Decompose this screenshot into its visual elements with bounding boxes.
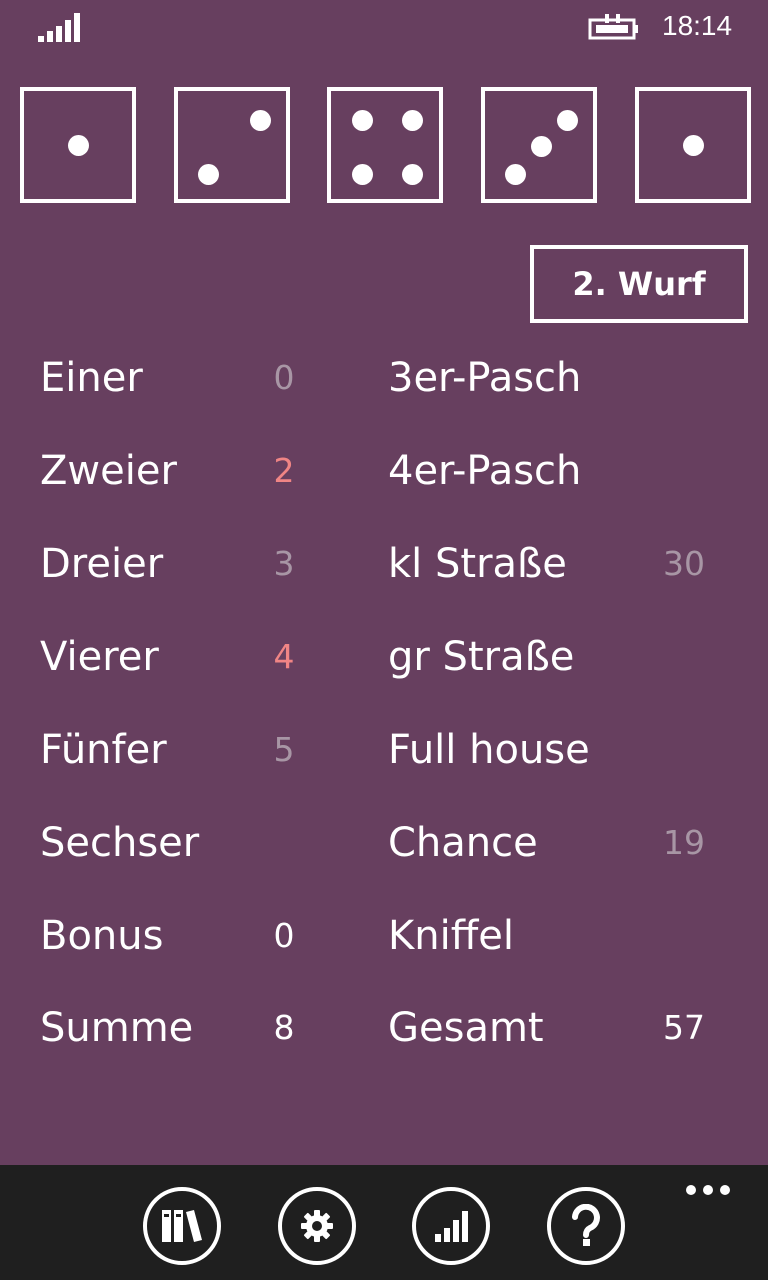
category-label: Kniffel bbox=[388, 913, 514, 959]
settings-gear-icon[interactable] bbox=[278, 1187, 356, 1265]
category-label: 4er-Pasch bbox=[388, 448, 582, 494]
pip bbox=[683, 135, 704, 156]
pip bbox=[402, 110, 423, 131]
pip bbox=[505, 164, 526, 185]
status-bar: 18:14 bbox=[0, 0, 768, 60]
help-question-icon-glyph bbox=[572, 1204, 600, 1246]
statistics-chart-icon[interactable] bbox=[412, 1187, 490, 1265]
more-ellipsis-icon[interactable] bbox=[686, 1185, 732, 1197]
battery-charging-icon bbox=[588, 14, 638, 40]
score-row-kleine-strasse[interactable]: kl Straße bbox=[388, 534, 567, 594]
score-value: 3 bbox=[273, 544, 295, 583]
pip bbox=[250, 110, 271, 131]
die-one-icon[interactable] bbox=[20, 87, 136, 203]
library-books-icon-glyph bbox=[162, 1210, 202, 1242]
score-value: 19 bbox=[663, 823, 705, 862]
signal-strength-icon bbox=[38, 13, 80, 42]
score-row-grosse-strasse[interactable]: gr Straße bbox=[388, 627, 574, 687]
score-row-dreier[interactable]: Dreier bbox=[40, 534, 163, 594]
score-value: 2 bbox=[273, 451, 295, 490]
score-row-sechser[interactable]: Sechser bbox=[40, 813, 199, 873]
score-row-summe: Summe bbox=[40, 998, 193, 1058]
pip bbox=[402, 164, 423, 185]
library-books-icon[interactable] bbox=[143, 1187, 221, 1265]
score-value: 0 bbox=[273, 916, 295, 955]
score-value: 0 bbox=[273, 358, 295, 397]
score-row-bonus: Bonus bbox=[40, 906, 163, 966]
score-row-full-house[interactable]: Full house bbox=[388, 720, 590, 780]
score-value: 8 bbox=[273, 1008, 295, 1047]
pip bbox=[352, 110, 373, 131]
category-label: Einer bbox=[40, 355, 143, 401]
score-value: 4 bbox=[273, 637, 295, 676]
score-value: 57 bbox=[663, 1008, 705, 1047]
pip bbox=[531, 136, 552, 157]
die-three-icon[interactable] bbox=[481, 87, 597, 203]
category-label: Zweier bbox=[40, 448, 177, 494]
score-value: 5 bbox=[273, 730, 295, 769]
score-row-gesamt: Gesamt bbox=[388, 998, 544, 1058]
app-bar bbox=[0, 1165, 768, 1280]
settings-gear-icon-glyph bbox=[301, 1210, 333, 1242]
category-label: Vierer bbox=[40, 634, 159, 680]
category-label: 3er-Pasch bbox=[388, 355, 582, 401]
pip bbox=[557, 110, 578, 131]
category-label: kl Straße bbox=[388, 541, 567, 587]
category-label: Full house bbox=[388, 727, 590, 773]
roll-button[interactable]: 2. Wurf bbox=[530, 245, 748, 323]
die-one-icon[interactable] bbox=[635, 87, 751, 203]
category-label: Dreier bbox=[40, 541, 164, 587]
help-question-icon[interactable] bbox=[547, 1187, 625, 1265]
score-row-chance[interactable]: Chance bbox=[388, 813, 538, 873]
category-label: Bonus bbox=[40, 913, 164, 959]
roll-button-label: 2. Wurf bbox=[572, 265, 706, 303]
die-four-icon[interactable] bbox=[327, 87, 443, 203]
score-row-kniffel[interactable]: Kniffel bbox=[388, 906, 514, 966]
score-row-dreierpasch[interactable]: 3er-Pasch bbox=[388, 348, 581, 408]
category-label: gr Straße bbox=[388, 634, 575, 680]
score-row-vierer[interactable]: Vierer bbox=[40, 627, 159, 687]
category-label: Gesamt bbox=[388, 1005, 544, 1051]
category-label: Sechser bbox=[40, 820, 200, 866]
statistics-chart-icon-glyph bbox=[435, 1211, 468, 1242]
category-label: Fünfer bbox=[40, 727, 167, 773]
score-row-viererpasch[interactable]: 4er-Pasch bbox=[388, 441, 581, 501]
score-value: 30 bbox=[663, 544, 705, 583]
score-row-fuenfer[interactable]: Fünfer bbox=[40, 720, 167, 780]
clock: 18:14 bbox=[662, 10, 733, 41]
category-label: Summe bbox=[40, 1005, 194, 1051]
score-row-zweier[interactable]: Zweier bbox=[40, 441, 177, 501]
die-two-icon[interactable] bbox=[174, 87, 290, 203]
pip bbox=[198, 164, 219, 185]
category-label: Chance bbox=[388, 820, 538, 866]
pip bbox=[352, 164, 373, 185]
pip bbox=[68, 135, 89, 156]
score-row-einer[interactable]: Einer bbox=[40, 348, 143, 408]
